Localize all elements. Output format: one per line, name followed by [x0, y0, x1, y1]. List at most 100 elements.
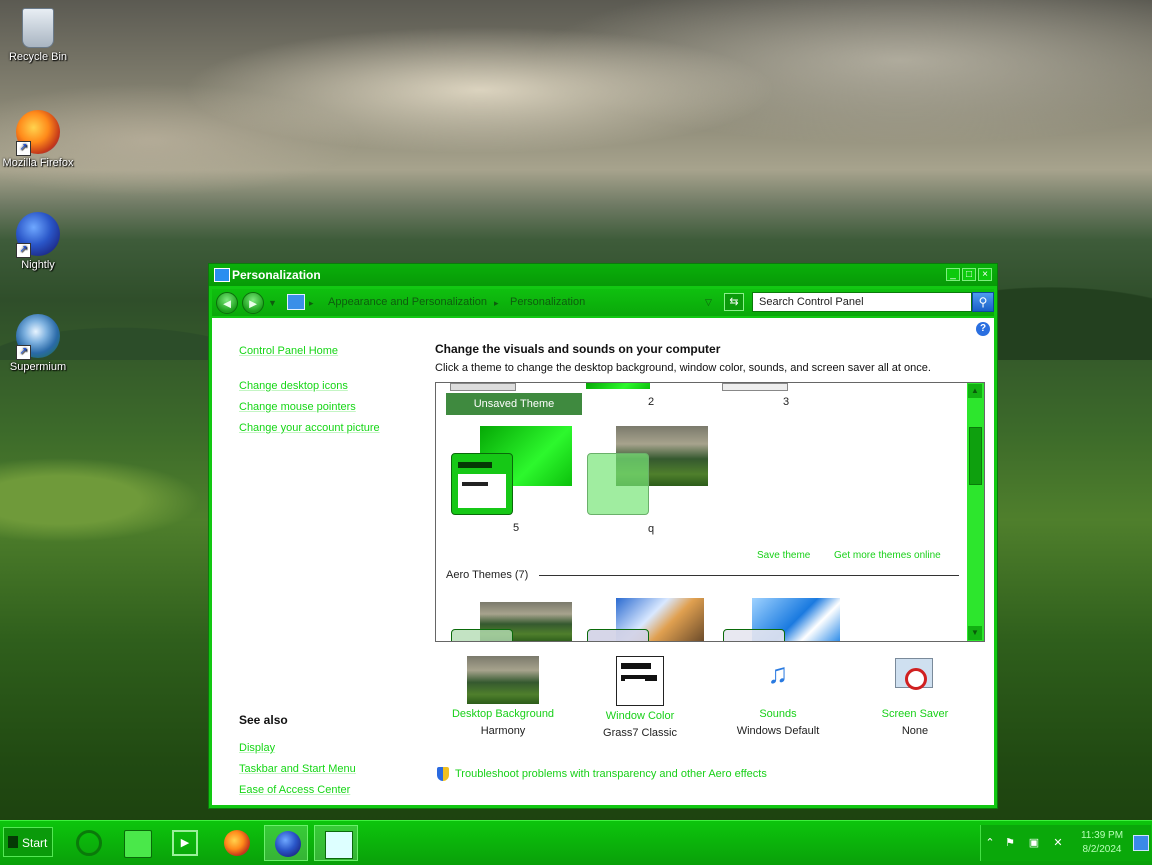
- troubleshoot-link[interactable]: Troubleshoot problems with transparency …: [455, 768, 767, 780]
- window-color-icon: [616, 656, 664, 706]
- taskbar-media-player[interactable]: ▶: [162, 825, 206, 861]
- save-theme-link[interactable]: Save theme: [757, 550, 810, 561]
- breadcrumb-personalization[interactable]: Personalization: [510, 296, 585, 308]
- screen-saver-value: None: [901, 725, 929, 737]
- folder-icon: [124, 830, 152, 858]
- supermium-icon: ↗: [16, 314, 60, 360]
- sounds-icon: ♫: [767, 658, 789, 689]
- window-color-setting[interactable]: Window Color Grass7 Classic: [570, 656, 710, 739]
- clock-date: 8/2/2024: [1082, 844, 1122, 855]
- taskbar-refresh-app[interactable]: [66, 825, 110, 861]
- media-player-icon: ▶: [172, 830, 198, 856]
- theme-q[interactable]: q: [631, 523, 671, 535]
- screen-saver-icon: [891, 656, 939, 704]
- desktop-icon-nightly[interactable]: ↗ Nightly: [0, 212, 76, 271]
- see-also-heading: See also: [239, 713, 288, 727]
- show-desktop-icon[interactable]: [1133, 835, 1149, 851]
- window-title: Personalization: [232, 268, 321, 282]
- screen-saver-label[interactable]: Screen Saver: [845, 708, 985, 720]
- start-button[interactable]: Start: [3, 827, 53, 857]
- title-bar[interactable]: Personalization _ □ ×: [209, 264, 997, 286]
- desktop-background-setting[interactable]: Desktop Background Harmony: [433, 656, 573, 737]
- aero-theme-window-preview: [451, 629, 513, 641]
- desktop-background-label[interactable]: Desktop Background: [433, 708, 573, 720]
- nightly-icon: ↗: [16, 212, 60, 258]
- theme-2[interactable]: 2: [636, 396, 666, 408]
- breadcrumb-appearance[interactable]: Appearance and Personalization: [328, 296, 487, 308]
- address-dropdown-icon[interactable]: ▽: [705, 297, 712, 308]
- start-label: Start: [22, 836, 48, 850]
- minimize-button[interactable]: _: [946, 268, 960, 281]
- recycle-bin-icon: [22, 8, 54, 48]
- personalization-icon: [325, 831, 353, 859]
- show-hidden-icons-icon[interactable]: ⌃: [983, 837, 997, 849]
- taskbar-nightly[interactable]: [264, 825, 308, 861]
- desktop-icon-label: Mozilla Firefox: [2, 157, 74, 169]
- search-input[interactable]: Search Control Panel: [752, 292, 972, 312]
- taskbar-start-menu-link[interactable]: Taskbar and Start Menu: [239, 763, 356, 775]
- search-icon[interactable]: ⚲: [972, 292, 994, 312]
- theme-preview: [722, 383, 788, 391]
- taskbar-firefox[interactable]: [214, 825, 258, 861]
- display-link[interactable]: Display: [239, 742, 275, 754]
- nightly-icon: [275, 831, 301, 857]
- window-color-label[interactable]: Window Color: [570, 710, 710, 722]
- aero-theme-window-preview: [587, 629, 649, 641]
- screen-saver-setting[interactable]: Screen Saver None: [845, 656, 985, 737]
- scroll-thumb[interactable]: [969, 427, 982, 485]
- start-icon: [8, 836, 18, 848]
- chevron-right-icon[interactable]: ▸: [309, 298, 314, 309]
- shortcut-arrow-icon: ↗: [16, 243, 31, 258]
- content-area: Control Panel Home Change desktop icons …: [212, 318, 994, 805]
- taskbar-explorer[interactable]: [114, 825, 158, 861]
- back-arrow-icon[interactable]: ◄: [216, 292, 238, 314]
- ease-of-access-link[interactable]: Ease of Access Center: [239, 784, 350, 796]
- get-more-themes-link[interactable]: Get more themes online: [834, 550, 941, 561]
- taskbar-personalization[interactable]: [314, 825, 358, 861]
- shield-icon: [437, 767, 449, 781]
- page-subheading: Click a theme to change the desktop back…: [435, 362, 931, 374]
- theme-unsaved[interactable]: Unsaved Theme: [446, 393, 582, 415]
- control-panel-home-link[interactable]: Control Panel Home: [239, 345, 338, 357]
- action-center-flag-icon[interactable]: ⚑: [1003, 837, 1017, 849]
- personalization-window: Personalization _ □ × ◄ ► ▼ ▸ Appearance…: [208, 263, 998, 809]
- sounds-setting[interactable]: ♫ Sounds Windows Default: [708, 656, 848, 737]
- page-heading: Change the visuals and sounds on your co…: [435, 342, 721, 356]
- shortcut-arrow-icon: ↗: [16, 345, 31, 360]
- help-icon[interactable]: ?: [976, 322, 990, 336]
- change-account-picture-link[interactable]: Change your account picture: [239, 422, 380, 434]
- close-button[interactable]: ×: [978, 268, 992, 281]
- shortcut-arrow-icon: ↗: [16, 141, 31, 156]
- firefox-icon: ↗: [16, 110, 60, 156]
- desktop-background-icon: [467, 656, 539, 704]
- system-tray: ⌃ ⚑ ▣ ✕ 11:39 PM 8/2/2024: [980, 825, 1151, 861]
- desktop-icon-firefox[interactable]: ↗ Mozilla Firefox: [0, 110, 76, 169]
- clock[interactable]: 11:39 PM 8/2/2024: [1077, 829, 1127, 857]
- change-desktop-icons-link[interactable]: Change desktop icons: [239, 380, 348, 392]
- address-bar: ◄ ► ▼ ▸ Appearance and Personalization ▸…: [212, 289, 994, 316]
- desktop-icon-label: Nightly: [21, 259, 55, 271]
- change-mouse-pointers-link[interactable]: Change mouse pointers: [239, 401, 356, 413]
- forward-arrow-icon[interactable]: ►: [242, 292, 264, 314]
- network-icon[interactable]: ▣: [1027, 837, 1041, 849]
- sounds-label[interactable]: Sounds: [708, 708, 848, 720]
- taskbar: Start ▶ ⌃ ⚑ ▣ ✕ 11:39 PM 8/2/2024: [0, 820, 1152, 865]
- scroll-up-icon[interactable]: ▲: [968, 384, 982, 398]
- scroll-down-icon[interactable]: ▼: [968, 626, 982, 640]
- window-color-value: Grass7 Classic: [603, 727, 677, 739]
- themes-list: Unsaved Theme 2 3 5 q Save theme Get mor…: [435, 382, 985, 642]
- maximize-button[interactable]: □: [962, 268, 976, 281]
- refresh-icon[interactable]: ⇆: [724, 293, 744, 311]
- theme-5[interactable]: 5: [496, 522, 536, 534]
- volume-muted-icon[interactable]: ✕: [1051, 837, 1065, 849]
- theme-q-window-preview: [587, 453, 649, 515]
- recent-pages-dropdown-icon[interactable]: ▼: [268, 298, 277, 308]
- desktop-icon-label: Recycle Bin: [8, 51, 68, 63]
- theme-preview: [586, 383, 650, 389]
- desktop-icon-supermium[interactable]: ↗ Supermium: [0, 314, 76, 373]
- control-panel-icon: [287, 294, 305, 310]
- themes-scrollbar[interactable]: ▲ ▼: [967, 383, 984, 641]
- theme-3[interactable]: 3: [771, 396, 801, 408]
- chevron-right-icon[interactable]: ▸: [494, 298, 499, 309]
- desktop-icon-recycle-bin[interactable]: Recycle Bin: [0, 8, 76, 63]
